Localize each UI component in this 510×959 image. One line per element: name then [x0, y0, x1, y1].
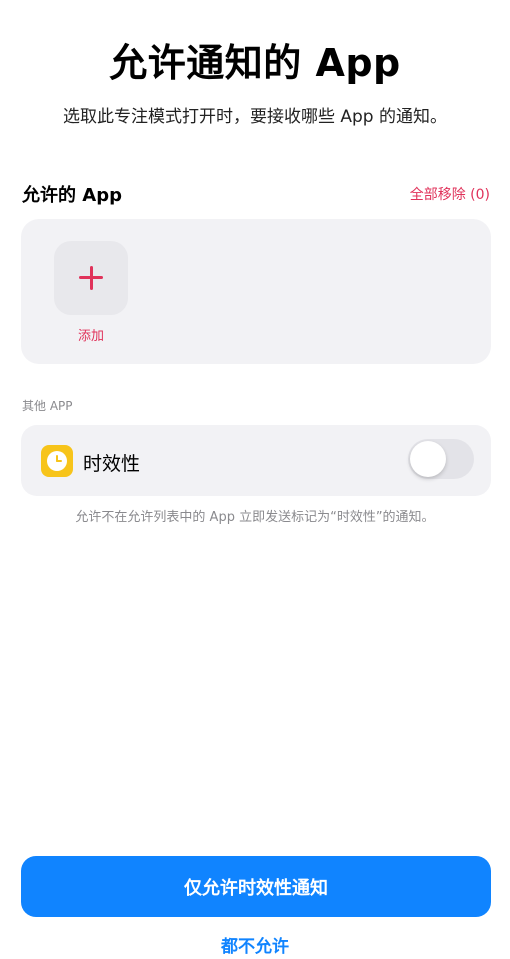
time-sensitive-row: 时效性: [21, 425, 491, 496]
add-app-button[interactable]: [54, 241, 128, 315]
time-sensitive-label: 时效性: [83, 453, 141, 475]
toggle-knob: [410, 441, 446, 477]
plus-icon-vertical: [89, 266, 93, 290]
clock-face: [47, 451, 67, 471]
page-subtitle: 选取此专注模式打开时，要接收哪些 App 的通知。: [62, 107, 448, 127]
allowed-apps-card: 添加: [21, 219, 491, 364]
clock-icon: [41, 445, 73, 477]
time-sensitive-footnote: 允许不在允许列表中的 App 立即发送标记为“时效性”的通知。: [75, 510, 435, 525]
add-app-label[interactable]: 添加: [54, 325, 128, 344]
allowed-apps-header: 允许的 App 全部移除 (0): [22, 180, 490, 206]
allow-none-button[interactable]: 都不允许: [0, 932, 510, 957]
remove-all-button[interactable]: 全部移除 (0): [410, 184, 490, 204]
time-sensitive-toggle[interactable]: [408, 439, 474, 479]
page-title: 允许通知的 App: [109, 41, 401, 85]
allowed-apps-title: 允许的 App: [22, 185, 122, 206]
allow-time-sensitive-only-button[interactable]: 仅允许时效性通知: [21, 856, 491, 917]
clock-hand-minute: [56, 460, 62, 462]
other-apps-label: 其他 APP: [22, 399, 73, 413]
